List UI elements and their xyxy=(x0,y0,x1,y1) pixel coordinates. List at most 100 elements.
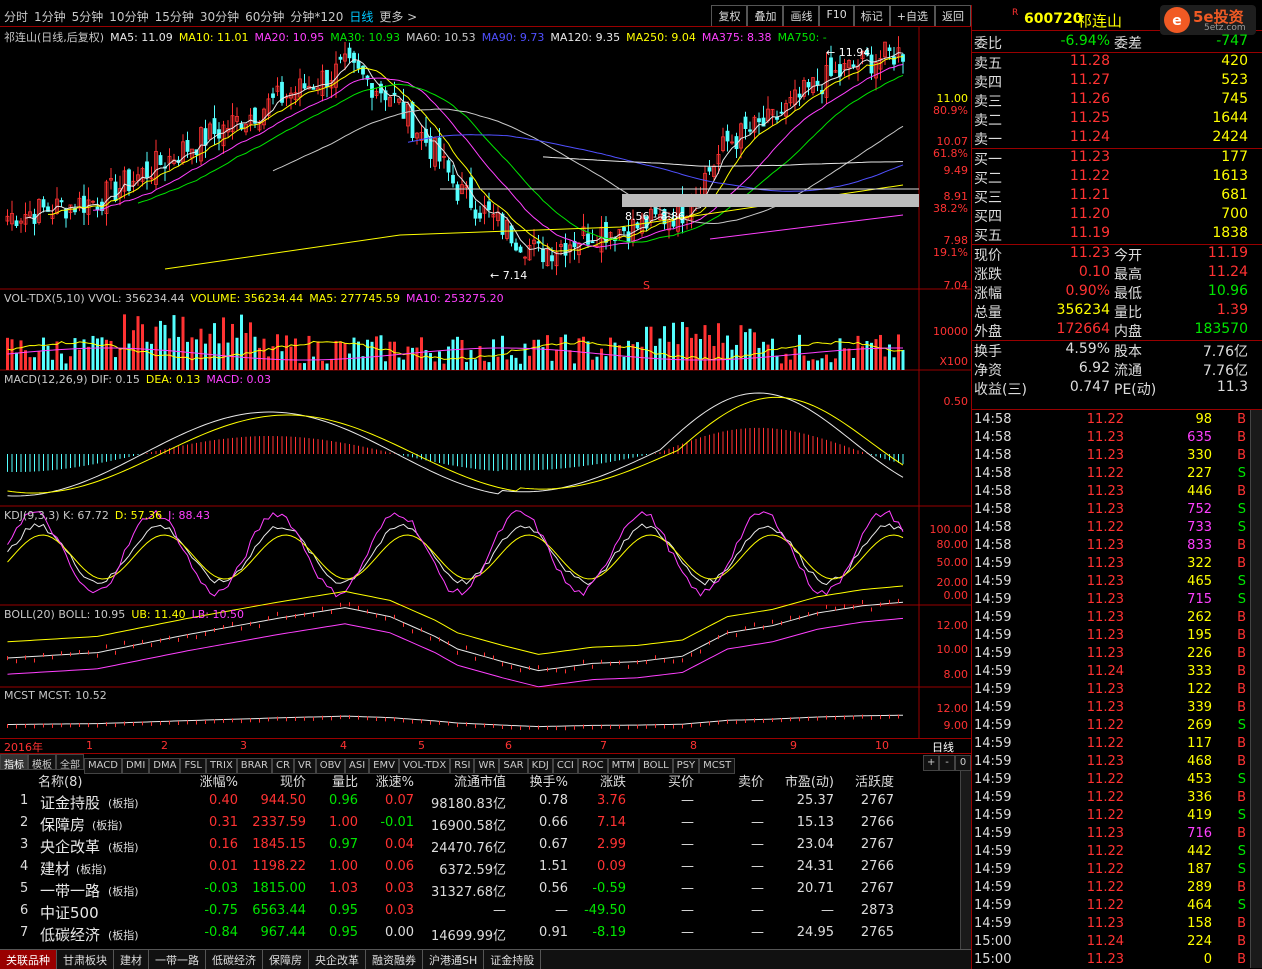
related-tab[interactable]: 融资融券 xyxy=(366,950,423,969)
toolbar-button[interactable]: 返回 xyxy=(935,5,971,26)
period-tab[interactable]: 30分钟 xyxy=(200,10,239,24)
period-tab[interactable]: 15分钟 xyxy=(155,10,194,24)
tick-time: 14:58 xyxy=(974,502,1012,517)
column-header[interactable]: 市盈(动) xyxy=(785,771,834,790)
toolbar-button[interactable]: 复权 xyxy=(711,5,748,26)
period-tab[interactable]: 日线 xyxy=(349,10,373,24)
table-row[interactable]: 2 保障房 (板指) 0.31 2337.59 1.00 -0.01 16900.58亿 0.6… xyxy=(0,815,960,837)
chart-area[interactable]: ← 11.94 ← 7.14 8.56 - 8.86 S 祁连山(日线,后复权) MA5… xyxy=(0,27,971,765)
tab-nav-button[interactable]: 0 xyxy=(955,755,971,771)
period-tab[interactable]: 60分钟 xyxy=(245,10,284,24)
column-header[interactable]: 涨幅% xyxy=(200,771,238,790)
tick-row: 15:00 11.23 0 B xyxy=(974,952,1250,969)
table-row[interactable]: 4 建材 (板指) 0.01 1198.22 1.00 0.06 6372.59亿 1.51 0.… xyxy=(0,859,960,881)
related-tab[interactable]: 建材 xyxy=(114,950,149,969)
volume-bar xyxy=(357,341,360,370)
related-tab[interactable]: 沪港通SH xyxy=(423,950,485,969)
tick-time: 14:58 xyxy=(974,484,1012,499)
toolbar-button[interactable]: 标记 xyxy=(853,5,890,26)
table-scrollbar[interactable] xyxy=(960,771,971,949)
period-tab[interactable]: 分钟*120 xyxy=(290,10,343,24)
column-header[interactable]: 涨速% xyxy=(376,771,414,790)
related-tab[interactable]: 一带一路 xyxy=(149,950,206,969)
tick-scrollbar[interactable] xyxy=(1250,410,1262,968)
related-tab[interactable]: 甘肃板块 xyxy=(57,950,114,969)
column-header[interactable]: 现价 xyxy=(280,771,306,790)
ma-legend: MA250: 9.04 xyxy=(626,31,696,44)
tick-volume: 227 xyxy=(1187,466,1212,481)
indicator-tab[interactable]: 指标 xyxy=(0,754,28,771)
candlestick xyxy=(622,227,626,232)
tick-price: 11.23 xyxy=(1086,610,1124,625)
stat-value: 10.96 xyxy=(1207,283,1248,299)
candlestick xyxy=(311,87,316,90)
table-row[interactable]: 6 中证500 -0.75 6563.44 0.95 0.03 — — -49.50 — — — 287… xyxy=(0,903,960,925)
volume-bar xyxy=(519,363,522,370)
quote-row: 涨跌 0.10 最高 11.24 xyxy=(974,264,1250,283)
volume-bar xyxy=(892,357,896,370)
boll-panel-title: BOLL(20) BOLL: 10.95 UB: 11.40 LB: 10.50 xyxy=(4,608,250,621)
column-header[interactable]: 买价 xyxy=(668,771,694,790)
ma375-line xyxy=(709,214,904,240)
candlestick xyxy=(815,80,820,86)
volume-bar xyxy=(649,326,653,370)
column-header[interactable]: 名称(8) xyxy=(38,771,82,790)
volume-bar xyxy=(10,339,14,370)
related-tab[interactable]: 关联品种 xyxy=(0,950,57,969)
tick-list[interactable]: 14:58 11.22 98 B 14:58 11.23 635 B 14:58 11.23 330… xyxy=(972,409,1262,969)
column-header[interactable]: 涨跌 xyxy=(600,771,626,790)
column-header[interactable]: 换手% xyxy=(530,771,568,790)
candlestick xyxy=(590,241,595,244)
quote-row: 卖三 11.26 745 xyxy=(974,91,1250,110)
volume-bar xyxy=(415,347,419,370)
period-tab[interactable]: 更多 > xyxy=(379,10,417,24)
tab-nav-button[interactable]: - xyxy=(939,755,955,771)
tick-price: 11.22 xyxy=(1086,790,1124,805)
table-cell: 0.96 xyxy=(329,793,358,808)
tick-price: 11.22 xyxy=(1086,880,1124,895)
related-tab[interactable]: 证金持股 xyxy=(484,950,542,969)
period-tab[interactable]: 10分钟 xyxy=(109,10,148,24)
tab-nav-button[interactable]: + xyxy=(923,755,939,771)
candlestick xyxy=(478,212,482,219)
tick-side: B xyxy=(1237,790,1246,805)
quote-header: R 600720 祁连山 e 5e投资 5etz.com xyxy=(972,5,1262,35)
tick-row: 14:58 11.22 227 S xyxy=(974,466,1250,484)
column-header[interactable]: 流通市值 xyxy=(454,771,506,790)
table-row[interactable]: 1 证金持股 (板指) 0.40 944.50 0.96 0.07 98180.83亿 0.78… xyxy=(0,793,960,815)
table-cell: 3.76 xyxy=(597,793,626,808)
indicator-tab[interactable]: 模板 xyxy=(28,754,56,771)
toolbar-button[interactable]: 叠加 xyxy=(747,5,784,26)
toolbar-button[interactable]: F10 xyxy=(819,5,854,26)
tick-volume: 122 xyxy=(1187,682,1212,697)
column-header[interactable]: 卖价 xyxy=(738,771,764,790)
table-row[interactable]: 5 一带一路 (板指) -0.03 1815.00 1.03 0.03 31327.68亿 0.… xyxy=(0,881,960,903)
kdj-panel-title: KDJ(9,3,3) K: 67.72 D: 57.36 J: 88.43 xyxy=(4,509,216,522)
tick-row: 14:59 11.22 289 B xyxy=(974,880,1250,898)
table-row[interactable]: 3 央企改革 (板指) 0.16 1845.15 0.97 0.04 24470.76亿 0.6… xyxy=(0,837,960,859)
period-tab[interactable]: 分时 xyxy=(4,10,28,24)
related-tab[interactable]: 低碳经济 xyxy=(206,950,263,969)
related-tab[interactable]: 央企改革 xyxy=(309,950,366,969)
toolbar-button[interactable]: +自选 xyxy=(889,5,935,26)
time-axis: 2016年 1 2 3 4 5 6 7 8 9 10 日线 xyxy=(0,738,971,754)
volume-bar xyxy=(676,344,680,370)
table-row[interactable]: 7 低碳经济 (板指) -0.84 967.44 0.95 0.00 14699.99亿 0.9… xyxy=(0,925,960,947)
volume-bar xyxy=(897,334,900,370)
candlestick xyxy=(806,81,811,88)
stat-value: 4.59% xyxy=(1065,341,1110,357)
tick-row: 14:59 11.23 339 B xyxy=(974,700,1250,718)
toolbar-button[interactable]: 画线 xyxy=(783,5,820,26)
period-tab[interactable]: 1分钟 xyxy=(34,10,66,24)
volume-bar xyxy=(285,335,288,370)
indicator-tab[interactable]: 全部 xyxy=(56,754,84,771)
period-tab[interactable]: 5分钟 xyxy=(72,10,104,24)
related-tab[interactable]: 保障房 xyxy=(263,950,309,969)
column-header[interactable]: 量比 xyxy=(332,771,358,790)
volume-bar xyxy=(604,356,608,370)
tick-time: 14:59 xyxy=(974,916,1012,931)
tick-price: 11.23 xyxy=(1086,502,1124,517)
tick-row: 14:58 11.23 635 B xyxy=(974,430,1250,448)
column-header[interactable]: 活跃度 xyxy=(855,771,894,790)
candlestick xyxy=(302,83,307,89)
